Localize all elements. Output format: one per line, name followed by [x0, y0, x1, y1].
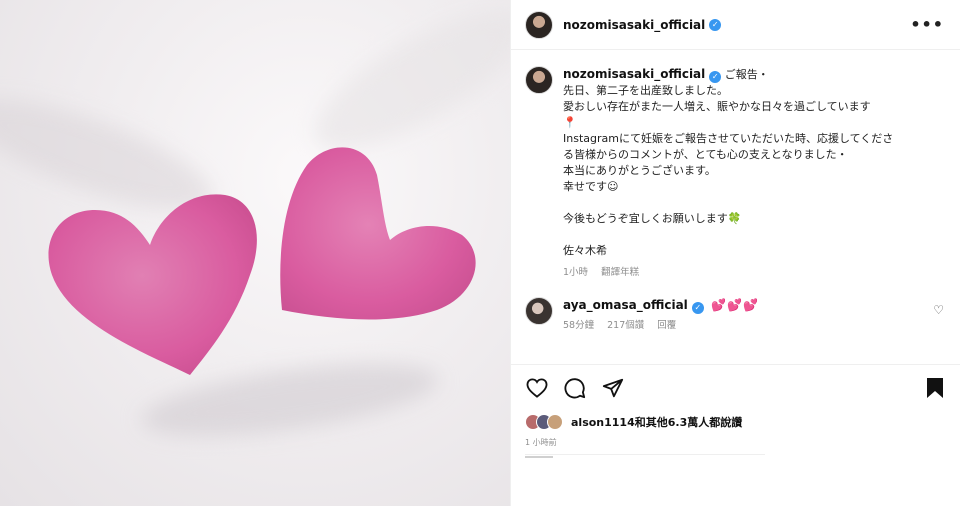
caption-time: 1小時 [563, 267, 589, 278]
author-avatar[interactable] [525, 10, 553, 39]
caption-text: Instagramにて妊娠をご報告させていただいた時、応援してくださ [563, 132, 894, 145]
post-photo [0, 0, 510, 506]
divider [525, 456, 553, 458]
heart-icon[interactable] [525, 376, 549, 400]
post-details-panel: nozomisasaki_official ✓ ••• nozomisasaki… [510, 0, 960, 506]
caption-text: 本当にありがとうございます。 [563, 164, 716, 177]
comment-likes[interactable]: 217個讚 [607, 320, 644, 331]
caption: nozomisasaki_official ✓ ご報告・ 先日、第二子を出産致しま… [511, 50, 960, 281]
likes-summary[interactable]: alson1114和其他6.3萬人都說讚 [525, 414, 742, 430]
caption-text [563, 227, 893, 243]
instagram-post-view: nozomisasaki_official ✓ ••• nozomisasaki… [0, 0, 960, 506]
comment-body: aya_omasa_official ✓ 💕💕💕 58分鐘 217個讚 回覆 [563, 297, 759, 334]
verified-badge-icon: ✓ [709, 18, 722, 31]
reply-button[interactable]: 回覆 [657, 320, 676, 331]
verified-badge-icon: ✓ [709, 71, 722, 83]
caption-username[interactable]: nozomisasaki_official [563, 67, 705, 81]
commenter-avatar[interactable] [525, 297, 553, 325]
comment-text: 💕💕💕 [711, 298, 760, 312]
bookmark-icon[interactable] [923, 376, 947, 400]
caption-text: る皆様からのコメントが、とても心の支えとなりました・ [563, 148, 848, 161]
left-heart-shape [48, 194, 257, 375]
comment-icon[interactable] [563, 376, 587, 400]
comment-like-icon[interactable]: ♡ [933, 303, 944, 317]
comment-meta: 58分鐘 217個讚 回覆 [563, 318, 759, 334]
caption-meta: 1小時 翻譯年糕 [563, 265, 893, 281]
caption-text: 幸せです☺ [563, 180, 619, 193]
translate-link[interactable]: 翻譯年糕 [601, 267, 639, 278]
action-bar [511, 364, 960, 410]
caption-body: nozomisasaki_official ✓ ご報告・ 先日、第二子を出産致しま… [563, 66, 893, 281]
caption-text: 愛おしい存在がまた一人増え、賑やかな日々を過ごしています [563, 100, 871, 113]
commenter-username[interactable]: aya_omasa_official [563, 298, 688, 312]
caption-text: 今後もどうぞ宜しくお願いします🍀 [563, 212, 742, 225]
comment-time: 58分鐘 [563, 320, 595, 331]
post-time: 1 小時前 [525, 438, 557, 447]
right-heart-shape [280, 147, 476, 320]
caption-text [563, 195, 893, 211]
caption-avatar[interactable] [525, 66, 553, 94]
caption-text: ご報告・ [724, 68, 769, 81]
caption-text: 先日、第二子を出産致しました。 [563, 84, 728, 97]
liker-avatar [547, 414, 563, 430]
comment: aya_omasa_official ✓ 💕💕💕 58分鐘 217個讚 回覆 ♡ [511, 281, 960, 334]
likes-text[interactable]: alson1114和其他6.3萬人都說讚 [571, 414, 742, 430]
caption-line: nozomisasaki_official ✓ ご報告・ [563, 66, 893, 83]
post-header: nozomisasaki_official ✓ ••• [511, 0, 960, 50]
verified-badge-icon: ✓ [691, 302, 704, 314]
caption-signature: 佐々木希 [563, 244, 607, 257]
author-username[interactable]: nozomisasaki_official [563, 18, 705, 32]
send-icon[interactable] [601, 376, 625, 400]
divider [525, 454, 765, 455]
more-options-icon[interactable]: ••• [910, 15, 944, 34]
caption-text: 📍 [563, 116, 577, 129]
